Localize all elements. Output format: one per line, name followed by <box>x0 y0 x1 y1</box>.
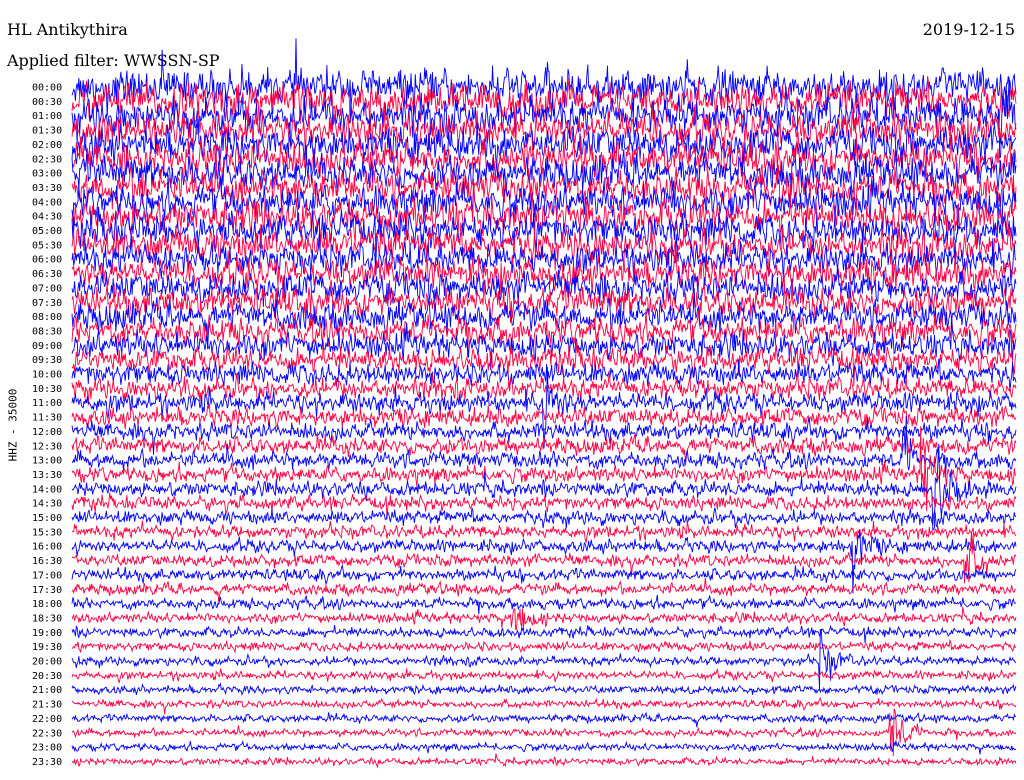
seismic-trace-1800 <box>71 594 1017 615</box>
time-tick-label: 09:30 <box>32 355 62 366</box>
seismic-trace-2330 <box>71 753 1017 769</box>
time-tick-label: 22:30 <box>32 728 62 739</box>
time-tick-label: 19:00 <box>32 628 62 639</box>
time-tick-label: 17:00 <box>32 570 62 581</box>
helicorder-figure: HL Antikythira 2019-12-15 Applied filter… <box>0 0 1024 780</box>
seismic-trace-2130 <box>71 697 1017 715</box>
time-tick-label: 01:00 <box>32 111 62 122</box>
seismic-trace-1600 <box>71 529 1017 594</box>
time-tick-label: 00:30 <box>32 97 62 108</box>
time-tick-label: 14:00 <box>32 484 62 495</box>
seismic-trace-1830 <box>71 606 1017 631</box>
time-tick-label: 10:00 <box>32 370 62 381</box>
time-tick-label: 20:00 <box>32 657 62 668</box>
time-tick-label: 04:00 <box>32 197 62 208</box>
time-tick-label: 15:00 <box>32 513 62 524</box>
time-tick-label: 21:30 <box>32 700 62 711</box>
time-tick-label: 22:00 <box>32 714 62 725</box>
time-tick-label: 23:00 <box>32 743 62 754</box>
time-tick-label: 03:00 <box>32 169 62 180</box>
time-tick-label: 05:30 <box>32 240 62 251</box>
time-tick-label: 12:00 <box>32 427 62 438</box>
seismic-trace-2230 <box>71 708 1017 757</box>
time-tick-label: 05:00 <box>32 226 62 237</box>
time-tick-label: 19:30 <box>32 642 62 653</box>
time-tick-label: 00:00 <box>32 83 62 94</box>
time-tick-label: 21:00 <box>32 685 62 696</box>
seismic-trace-2100 <box>71 682 1017 696</box>
time-tick-label: 12:30 <box>32 441 62 452</box>
time-tick-label: 11:30 <box>32 413 62 424</box>
seismic-trace-1130 <box>71 403 1017 430</box>
seismic-trace-2000 <box>71 628 1017 691</box>
time-tick-label: 16:00 <box>32 542 62 553</box>
time-tick-label: 13:30 <box>32 470 62 481</box>
seismogram-plot: 00:00 00:30 01:00 01:30 02:00 02:30 03:00 03:30… <box>32 38 1017 769</box>
seismic-trace-1500 <box>71 507 1017 529</box>
time-tick-label: 04:30 <box>32 212 62 223</box>
time-tick-label: 14:30 <box>32 499 62 510</box>
time-tick-label: 01:30 <box>32 126 62 137</box>
seismic-trace-1700 <box>71 564 1017 586</box>
time-tick-label: 10:30 <box>32 384 62 395</box>
time-tick-label: 07:30 <box>32 298 62 309</box>
time-tick-label: 18:30 <box>32 613 62 624</box>
seismic-trace-2030 <box>71 668 1017 684</box>
time-tick-label: 08:00 <box>32 312 62 323</box>
time-tick-label: 13:00 <box>32 456 62 467</box>
time-tick-label: 03:30 <box>32 183 62 194</box>
seismic-trace-2300 <box>71 740 1017 755</box>
time-tick-label: 17:30 <box>32 585 62 596</box>
time-tick-label: 07:00 <box>32 283 62 294</box>
time-tick-label: 20:30 <box>32 671 62 682</box>
time-tick-label: 02:30 <box>32 154 62 165</box>
time-tick-label: 23:30 <box>32 757 62 768</box>
time-tick-label: 15:30 <box>32 527 62 538</box>
time-tick-label: 09:00 <box>32 341 62 352</box>
time-tick-label: 06:00 <box>32 255 62 266</box>
time-tick-label: 11:00 <box>32 398 62 409</box>
seismic-trace-1430 <box>71 492 1017 519</box>
time-tick-label: 02:00 <box>32 140 62 151</box>
time-tick-label: 16:30 <box>32 556 62 567</box>
seismic-trace-1930 <box>71 638 1017 654</box>
seismic-trace-2200 <box>71 711 1017 728</box>
seismic-trace-1900 <box>71 624 1017 643</box>
time-tick-label: 06:30 <box>32 269 62 280</box>
time-tick-label: 08:30 <box>32 326 62 337</box>
time-tick-label: 18:00 <box>32 599 62 610</box>
seismic-trace-1730 <box>71 577 1017 603</box>
